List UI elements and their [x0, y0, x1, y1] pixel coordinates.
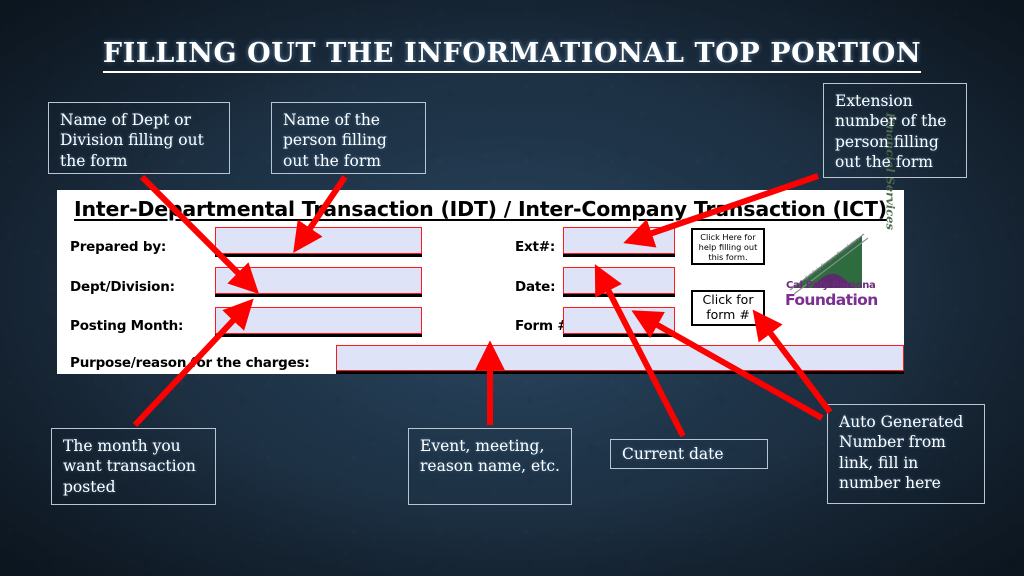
callout-posting-month: The month you want transaction posted	[51, 428, 216, 505]
label-date: Date:	[515, 279, 556, 295]
rule-date	[563, 294, 675, 297]
field-ext[interactable]	[563, 227, 675, 254]
rule-prepared-by	[215, 254, 422, 257]
field-posting-month[interactable]	[215, 307, 422, 334]
callout-extension: Extension number of the person filling o…	[823, 83, 967, 178]
label-purpose: Purpose/reason for the charges:	[70, 355, 310, 371]
rule-posting-month	[215, 334, 422, 337]
field-purpose[interactable]	[336, 345, 904, 371]
callout-form-number-text: Auto Generated Number from link, fill in…	[839, 413, 964, 493]
help-button-label: Click Here for help filling out this for…	[698, 231, 758, 262]
rule-ext	[563, 254, 675, 257]
slide-title-text: FILLING OUT THE INFORMATIONAL TOP PORTIO…	[102, 38, 922, 73]
label-prepared-by: Prepared by:	[70, 239, 167, 255]
slide-title: FILLING OUT THE INFORMATIONAL TOP PORTIO…	[0, 38, 1024, 73]
callout-current-date-text: Current date	[622, 445, 724, 463]
slide-canvas: FILLING OUT THE INFORMATIONAL TOP PORTIO…	[0, 0, 1024, 576]
callout-dept-division: Name of Dept or Division filling out the…	[48, 102, 230, 174]
label-posting-month: Posting Month:	[70, 318, 184, 334]
form-number-button[interactable]: Click for form #	[691, 290, 765, 326]
callout-dept-division-text: Name of Dept or Division filling out the…	[60, 111, 204, 170]
label-ext: Ext#:	[515, 239, 556, 255]
label-dept-division: Dept/Division:	[70, 279, 175, 295]
cpp-foundation-logo: Cal Poly Pomona Foundation Cal Poly Pomo…	[784, 113, 897, 318]
callout-form-number: Auto Generated Number from link, fill in…	[827, 404, 985, 504]
callout-extension-text: Extension number of the person filling o…	[835, 92, 947, 172]
logo-line1: Cal Poly Pomona	[786, 280, 876, 291]
callout-purpose-text: Event, meeting, reason name, etc.	[420, 437, 560, 476]
rule-purpose	[336, 371, 904, 374]
form-number-button-label: Click for form #	[702, 292, 754, 322]
rule-dept-division	[215, 294, 422, 297]
form-heading: Inter-Departmental Transaction (IDT) / I…	[57, 197, 904, 221]
logo-line2: Foundation	[785, 291, 878, 309]
field-date[interactable]	[563, 267, 675, 294]
rule-form-no	[563, 334, 675, 337]
callout-purpose: Event, meeting, reason name, etc.	[408, 428, 572, 505]
idt-ict-form-panel: Inter-Departmental Transaction (IDT) / I…	[57, 113, 904, 374]
field-dept-division[interactable]	[215, 267, 422, 294]
callout-person-name: Name of the person filling out the form	[271, 102, 426, 174]
field-prepared-by[interactable]	[215, 227, 422, 254]
help-button[interactable]: Click Here for help filling out this for…	[691, 228, 765, 265]
callout-posting-month-text: The month you want transaction posted	[63, 437, 196, 496]
form-heading-text: Inter-Departmental Transaction (IDT) / I…	[74, 197, 887, 221]
field-form-no[interactable]	[563, 307, 675, 334]
callout-current-date: Current date	[610, 439, 768, 469]
callout-person-name-text: Name of the person filling out the form	[283, 111, 387, 170]
